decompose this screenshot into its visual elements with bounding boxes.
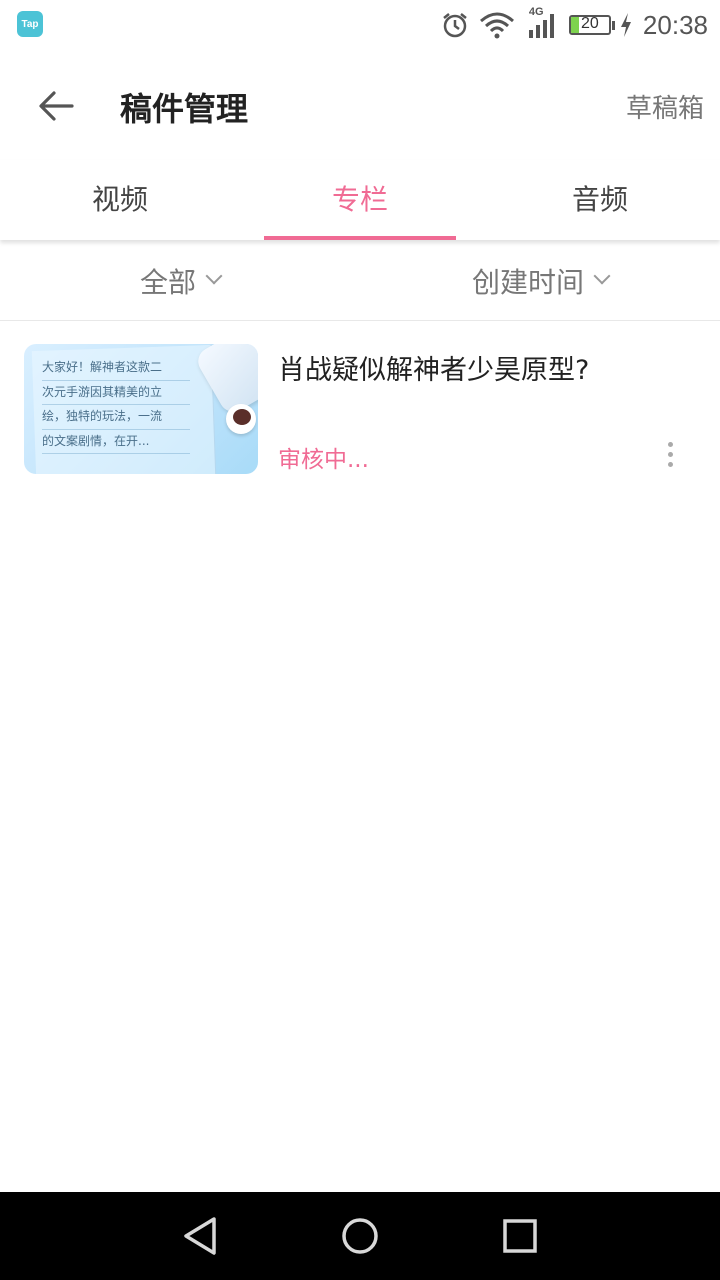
chevron-down-icon bbox=[593, 267, 611, 285]
status-icons: 4G 20 20:38 bbox=[441, 6, 708, 42]
content-type-tabs: 视频 专栏 音频 bbox=[0, 160, 720, 240]
back-arrow-icon bbox=[39, 91, 74, 121]
article-thumbnail: 大家好！解神者这款二 次元手游因其精美的立 绘，独特的玩法，一流 的文案剧情，在… bbox=[24, 344, 258, 474]
active-tab-indicator bbox=[264, 236, 456, 240]
signal-icon: 4G bbox=[525, 6, 559, 40]
thumbnail-line: 的文案剧情，在开... bbox=[42, 430, 190, 454]
thumbnail-line: 大家好！解神者这款二 bbox=[42, 356, 190, 381]
coffee-cup-decoration bbox=[226, 404, 256, 434]
back-button[interactable] bbox=[30, 80, 82, 132]
drafts-button[interactable]: 草稿箱 bbox=[626, 88, 704, 125]
sort-filter-label: 创建时间 bbox=[471, 266, 584, 299]
category-filter-label: 全部 bbox=[139, 266, 196, 299]
list-item[interactable]: 大家好！解神者这款二 次元手游因其精美的立 绘，独特的玩法，一流 的文案剧情，在… bbox=[0, 322, 720, 492]
status-time: 20:38 bbox=[642, 9, 708, 40]
chevron-down-icon bbox=[205, 267, 223, 285]
nav-home-icon bbox=[342, 1218, 378, 1254]
header: 稿件管理 草稿箱 bbox=[0, 50, 720, 160]
tab-video[interactable]: 视频 bbox=[0, 160, 240, 240]
more-dots-icon bbox=[667, 441, 673, 447]
tab-column[interactable]: 专栏 bbox=[240, 160, 480, 240]
nav-home-button[interactable] bbox=[338, 1214, 382, 1258]
tab-label: 专栏 bbox=[331, 183, 388, 216]
thumbnail-line: 次元手游因其精美的立 bbox=[42, 381, 190, 405]
nav-recents-icon bbox=[503, 1219, 537, 1253]
charging-icon bbox=[620, 13, 631, 37]
nav-recents-button[interactable] bbox=[498, 1214, 542, 1258]
more-options-button[interactable] bbox=[656, 434, 684, 474]
sort-filter-dropdown[interactable]: 创建时间 bbox=[360, 242, 720, 320]
battery-level: 20 bbox=[581, 15, 599, 32]
category-filter-dropdown[interactable]: 全部 bbox=[0, 242, 360, 320]
nav-back-icon bbox=[184, 1217, 216, 1255]
wifi-icon bbox=[479, 12, 514, 39]
review-status: 审核中... bbox=[278, 447, 369, 473]
alarm-icon bbox=[443, 13, 467, 38]
thumbnail-line: 绘，独特的玩法，一流 bbox=[42, 405, 190, 430]
system-navigation-bar bbox=[0, 1192, 720, 1280]
nav-back-button[interactable] bbox=[178, 1214, 222, 1258]
tab-label: 视频 bbox=[91, 183, 148, 216]
article-title[interactable]: 肖战疑似解神者少昊原型? bbox=[278, 348, 589, 387]
battery-icon: 20 bbox=[568, 15, 615, 35]
status-bar: Tap 4G 20 20:38 bbox=[0, 0, 720, 50]
tab-audio[interactable]: 音频 bbox=[480, 160, 720, 240]
page-title: 稿件管理 bbox=[120, 90, 249, 128]
filter-bar: 全部 创建时间 bbox=[0, 242, 720, 321]
tab-label: 音频 bbox=[571, 183, 628, 216]
taptap-app-icon: Tap bbox=[17, 11, 43, 37]
thumbnail-text: 大家好！解神者这款二 次元手游因其精美的立 绘，独特的玩法，一流 的文案剧情，在… bbox=[42, 356, 190, 454]
